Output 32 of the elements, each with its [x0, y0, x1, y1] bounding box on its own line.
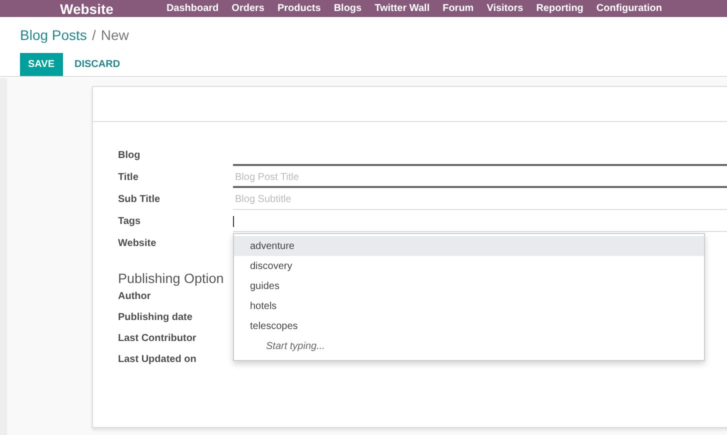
menu-item[interactable]: Reporting — [536, 3, 584, 14]
menu-item[interactable]: Blogs — [334, 3, 362, 14]
breadcrumb-current: New — [100, 27, 129, 43]
field-label: Publishing date — [118, 311, 192, 325]
field-label: Title — [118, 171, 140, 185]
section-title: Publishing Option — [118, 271, 224, 286]
menu-item[interactable]: Visitors — [486, 3, 524, 14]
breadcrumb-separator: / — [92, 27, 96, 43]
text-cursor — [233, 216, 234, 227]
app-title: Website — [60, 0, 114, 16]
field-label: Sub Title — [118, 193, 162, 207]
dropdown-option[interactable]: guides — [234, 276, 704, 296]
discard-button[interactable]: DISCARD — [66, 53, 128, 76]
dropdown-option[interactable]: discovery — [234, 256, 704, 276]
menu-item[interactable]: Products — [277, 3, 321, 14]
field-label: Website — [118, 237, 158, 251]
menu-item[interactable]: Forum — [442, 3, 474, 14]
dropdown-option[interactable]: adventure — [234, 236, 704, 256]
dropdown-option[interactable]: telescopes — [234, 316, 704, 336]
field-label: Last Contributor — [118, 332, 196, 346]
dropdown-hint: Start typing... — [265, 340, 326, 354]
field-label: Author — [118, 290, 151, 304]
menu-item[interactable]: Configuration — [596, 3, 662, 14]
save-button[interactable]: SAVE — [20, 53, 62, 76]
menu-item[interactable]: Dashboard — [166, 3, 219, 14]
field-label: Tags — [118, 215, 142, 229]
breadcrumb-link[interactable]: Blog Posts — [20, 27, 87, 43]
dropdown-option[interactable]: hotels — [234, 296, 704, 316]
field-label: Blog — [118, 149, 142, 163]
menu-item[interactable]: Twitter Wall — [374, 3, 430, 14]
field-label: Last Updated on — [118, 353, 196, 367]
menu-item[interactable]: Orders — [232, 3, 264, 14]
